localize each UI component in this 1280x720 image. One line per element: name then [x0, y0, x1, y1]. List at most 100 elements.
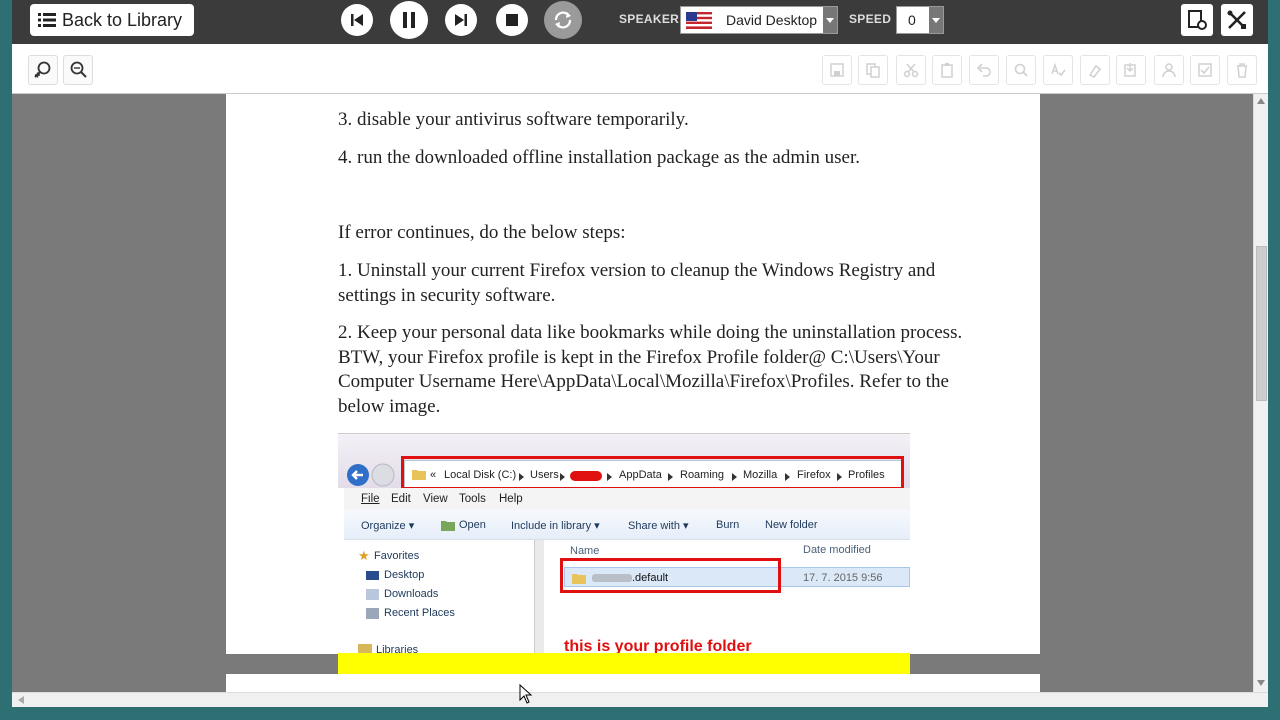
trash-icon: [1237, 63, 1247, 78]
cmd-organize: Organize ▾: [361, 520, 415, 532]
window-bottom-edge: [0, 707, 1280, 720]
voice-tool-button[interactable]: [1154, 55, 1184, 85]
zoom-out-icon: [70, 61, 87, 78]
menu-file: File: [361, 493, 380, 505]
document-workspace: 3. disable your antivirus software tempo…: [12, 94, 1253, 692]
spellcheck-tool-button[interactable]: [1043, 55, 1073, 85]
cmd-burn: Burn: [716, 519, 740, 531]
zoom-in-button[interactable]: [28, 55, 58, 85]
search-tool-button[interactable]: [1006, 55, 1036, 85]
back-arrow-icon: [347, 464, 369, 486]
address-highlight-box: [401, 456, 904, 490]
menu-help: Help: [499, 493, 523, 505]
tools-icon: [1227, 10, 1246, 29]
chevron-down-icon: [929, 7, 943, 33]
pause-icon: [403, 12, 415, 28]
save-icon: [830, 63, 844, 77]
speed-label: SPEED: [849, 12, 892, 26]
checkbox-icon: [1198, 63, 1212, 77]
secondary-toolbar: [12, 44, 1268, 94]
speed-select[interactable]: 0: [896, 6, 944, 34]
tools-button[interactable]: [1221, 4, 1253, 36]
doc-paragraph: 3. disable your antivirus software tempo…: [338, 109, 689, 130]
screen-settings-icon: [1188, 10, 1207, 30]
export-tool-button[interactable]: [1116, 55, 1146, 85]
cut-tool-button[interactable]: [896, 55, 926, 85]
doc-paragraph: 2. Keep your personal data like bookmark…: [338, 322, 963, 417]
user-icon: [1162, 63, 1176, 78]
scroll-down-arrow[interactable]: [1257, 680, 1265, 686]
screen-settings-button[interactable]: [1181, 4, 1213, 36]
back-to-library-label: Back to Library: [62, 9, 183, 30]
recent-places-icon: [366, 608, 379, 619]
cmd-open: Open: [459, 519, 486, 531]
search-icon: [1014, 63, 1028, 77]
nav-desktop: Desktop: [384, 569, 425, 581]
star-icon: ★: [358, 548, 370, 563]
column-date: Date modified: [803, 544, 871, 556]
stop-button[interactable]: [496, 4, 528, 36]
undo-icon: [976, 63, 991, 77]
nav-downloads: Downloads: [384, 588, 439, 600]
top-toolbar: Back to Library SPEAKER David Desktop SP…: [12, 0, 1268, 44]
repeat-icon: [554, 11, 572, 29]
delete-tool-button[interactable]: [1227, 55, 1257, 85]
repeat-button[interactable]: [544, 1, 582, 39]
zoom-out-button[interactable]: [63, 55, 93, 85]
speaker-label: SPEAKER: [619, 12, 680, 26]
check-tool-button[interactable]: [1190, 55, 1220, 85]
vertical-scroll-thumb[interactable]: [1256, 246, 1267, 401]
document-page: 3. disable your antivirus software tempo…: [226, 94, 1040, 675]
vertical-scrollbar[interactable]: [1253, 94, 1268, 692]
scroll-up-arrow[interactable]: [1257, 98, 1265, 104]
zoom-in-icon: [34, 61, 51, 78]
menu-tools: Tools: [459, 493, 486, 505]
previous-button[interactable]: [341, 4, 373, 36]
doc-paragraph: If error continues, do the below steps:: [338, 222, 626, 243]
highlighter-icon: [1088, 64, 1102, 78]
list-icon: [38, 13, 56, 27]
explorer-screenshot: « Local Disk (C:) Users AppData Roaming …: [338, 433, 910, 673]
horizontal-scrollbar[interactable]: [12, 692, 1268, 707]
spellcheck-icon: [1051, 62, 1066, 77]
scroll-left-arrow[interactable]: [18, 696, 24, 704]
menu-view: View: [423, 493, 448, 505]
forward-arrow-icon: [371, 463, 395, 487]
us-flag-icon: [686, 11, 712, 29]
export-icon: [1124, 63, 1136, 77]
paste-tool-button[interactable]: [932, 55, 962, 85]
mouse-cursor-icon: [519, 684, 533, 704]
speed-value: 0: [908, 12, 916, 28]
skip-forward-icon: [455, 14, 467, 26]
scissors-icon: [903, 63, 919, 78]
doc-paragraph: 4. run the downloaded offline installati…: [338, 147, 861, 168]
explorer-menu-bar: File Edit View Tools Help: [344, 488, 910, 510]
image-highlight-strip: [338, 653, 910, 675]
cmd-new-folder: New folder: [765, 519, 818, 531]
folder-highlight-box: [560, 558, 781, 593]
cmd-include-library: Include in library ▾: [511, 520, 600, 532]
downloads-icon: [366, 589, 379, 600]
nav-favorites: Favorites: [374, 550, 420, 562]
copy-tool-button[interactable]: [858, 55, 888, 85]
column-name: Name: [570, 545, 600, 557]
undo-tool-button[interactable]: [969, 55, 999, 85]
stop-icon: [506, 14, 518, 26]
pause-button[interactable]: [390, 1, 428, 39]
desktop-icon: [366, 571, 379, 580]
chevron-down-icon: [823, 7, 837, 33]
speaker-select[interactable]: David Desktop: [680, 6, 838, 34]
paste-icon: [941, 63, 953, 78]
skip-back-icon: [351, 14, 363, 26]
speaker-value: David Desktop: [726, 12, 818, 28]
explorer-command-bar: Organize ▾ Open Include in library ▾ Sha…: [344, 510, 910, 540]
doc-paragraph: 1. Uninstall your current Firefox versio…: [338, 260, 936, 306]
highlight-tool-button[interactable]: [1080, 55, 1110, 85]
copy-icon: [866, 63, 880, 78]
save-tool-button[interactable]: [822, 55, 852, 85]
nav-recent-places: Recent Places: [384, 607, 455, 619]
next-document-page: [226, 674, 1040, 692]
folder-date: 17. 7. 2015 9:56: [803, 572, 883, 584]
back-to-library-button[interactable]: Back to Library: [30, 4, 194, 36]
next-button[interactable]: [445, 4, 477, 36]
